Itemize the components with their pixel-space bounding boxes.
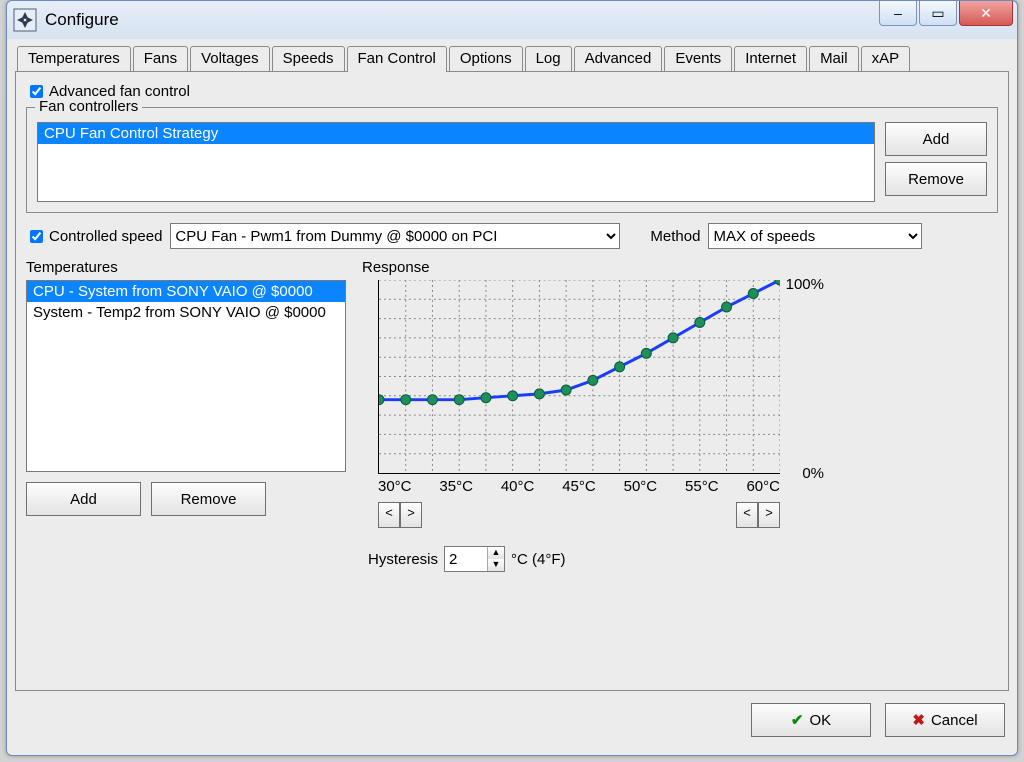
hysteresis-unit: °C (4°F) [511,551,566,568]
chart-svg [379,280,780,473]
add-controller-button[interactable]: Add [885,122,987,156]
hysteresis-row: Hysteresis ▲ ▼ °C (4°F) [368,546,998,572]
chart-x-tick-label: 50°C [624,478,658,495]
tab-internet[interactable]: Internet [734,46,807,71]
hysteresis-spinner[interactable]: ▲ ▼ [444,546,505,572]
add-temperature-button[interactable]: Add [26,482,141,516]
chart-x-tick-label: 35°C [439,478,473,495]
client-area: TemperaturesFansVoltagesSpeedsFan Contro… [15,41,1009,747]
advanced-fan-control-row: Advanced fan control [26,82,998,101]
tab-fans[interactable]: Fans [133,46,188,71]
tab-options[interactable]: Options [449,46,523,71]
lower-panel: Temperatures CPU - System from SONY VAIO… [26,259,998,572]
response-chart[interactable]: 100% 0% 30°C35°C40°C45°C50°C55°C60°C < > [368,280,828,492]
method-select[interactable]: MAX of speeds [708,223,922,249]
controlled-speed-checkbox[interactable] [30,230,43,243]
tab-advanced[interactable]: Advanced [574,46,663,71]
tab-events[interactable]: Events [664,46,732,71]
chart-range-nav: < > < > [378,502,780,528]
cancel-button[interactable]: ✖ Cancel [885,703,1005,737]
hysteresis-up-button[interactable]: ▲ [488,547,504,559]
window-title: Configure [45,10,119,30]
hysteresis-input[interactable] [445,547,487,571]
chart-x-tick-label: 60°C [746,478,780,495]
minimize-button[interactable]: – [879,1,917,26]
x-max-increase-button[interactable]: > [758,502,780,528]
advanced-fan-control-checkbox[interactable] [30,85,43,98]
chart-x-tick-label: 40°C [501,478,535,495]
controlled-speed-row: Controlled speed CPU Fan - Pwm1 from Dum… [26,223,998,249]
cross-icon: ✖ [912,711,925,729]
window-controls: – ▭ ✕ [877,1,1013,26]
temperature-item[interactable]: System - Temp2 from SONY VAIO @ $0000 [27,302,345,323]
remove-temperature-button[interactable]: Remove [151,482,266,516]
chart-x-tick-label: 30°C [378,478,412,495]
tab-voltages[interactable]: Voltages [190,46,270,71]
fan-controllers-group-title: Fan controllers [35,98,142,115]
tab-log[interactable]: Log [525,46,572,71]
temperature-item[interactable]: CPU - System from SONY VAIO @ $0000 [27,281,345,302]
maximize-button[interactable]: ▭ [919,1,957,26]
response-column: Response 100% 0% 30°C 35°C 40°C 45°C 50°C 55°… [362,259,998,572]
controller-item[interactable]: CPU Fan Control Strategy [38,123,874,144]
temperatures-label: Temperatures [26,259,346,276]
dialog-footer: ✔ OK ✖ Cancel [751,703,1005,737]
hysteresis-label: Hysteresis [368,551,438,568]
tab-fan-control[interactable]: Fan Control [347,46,447,72]
app-icon [13,8,37,32]
fan-controllers-list[interactable]: CPU Fan Control Strategy [37,122,875,202]
controlled-speed-label[interactable]: Controlled speed [49,228,162,245]
x-min-increase-button[interactable]: > [400,502,422,528]
temperatures-column: Temperatures CPU - System from SONY VAIO… [26,259,346,572]
tab-speeds[interactable]: Speeds [272,46,345,71]
response-label: Response [362,259,998,276]
remove-controller-button[interactable]: Remove [885,162,987,196]
ok-button-label: OK [809,712,831,729]
title-bar: Configure – ▭ ✕ [7,1,1017,39]
tab-strip: TemperaturesFansVoltagesSpeedsFan Contro… [15,41,1009,71]
chart-x-tick-label: 55°C [685,478,719,495]
controlled-speed-select[interactable]: CPU Fan - Pwm1 from Dummy @ $0000 on PCI [170,223,620,249]
hysteresis-down-button[interactable]: ▼ [488,559,504,571]
config-window: Configure – ▭ ✕ TemperaturesFansVoltages… [6,0,1018,756]
chart-x-tick-label: 45°C [562,478,596,495]
tab-xap[interactable]: xAP [861,46,911,71]
x-max-decrease-button[interactable]: < [736,502,758,528]
chart-ylabel-max: 100% [786,276,824,293]
chart-ylabel-min: 0% [802,465,824,482]
x-min-decrease-button[interactable]: < [378,502,400,528]
tab-mail[interactable]: Mail [809,46,859,71]
tab-fan-control-body: Advanced fan control Fan controllers CPU… [15,71,1009,691]
temperatures-list[interactable]: CPU - System from SONY VAIO @ $0000Syste… [26,280,346,472]
check-icon: ✔ [791,711,804,729]
fan-controllers-group: Fan controllers CPU Fan Control Strategy… [26,107,998,213]
ok-button[interactable]: ✔ OK [751,703,871,737]
cancel-button-label: Cancel [931,712,978,729]
close-button[interactable]: ✕ [959,1,1013,26]
tab-temperatures[interactable]: Temperatures [17,46,131,71]
chart-x-ticks: 30°C 35°C 40°C 45°C 50°C 55°C 60°C [378,478,780,495]
method-label: Method [650,228,700,245]
